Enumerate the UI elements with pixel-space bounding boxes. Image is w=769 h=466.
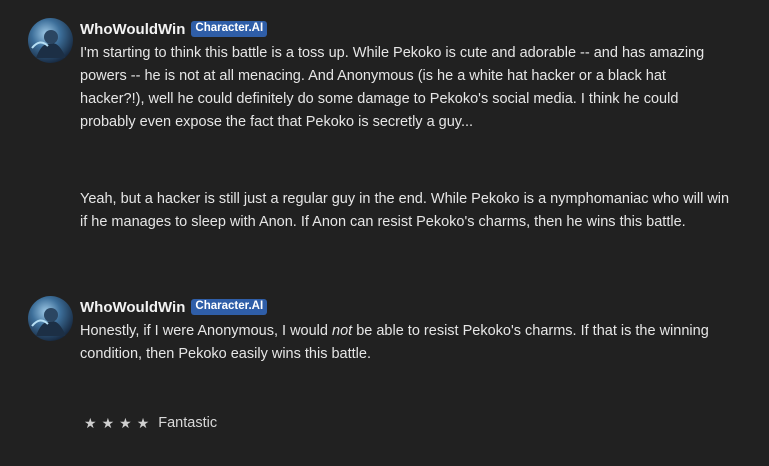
message-body: Yeah, but a hacker is still just a regul… [80,191,730,230]
author-name[interactable]: WhoWouldWin [80,299,185,316]
star-icon[interactable]: ★ [119,413,132,433]
message-text: I'm starting to think this battle is a t… [80,42,730,134]
message-text: Yeah, but a hacker is still just a regul… [80,188,730,234]
avatar[interactable] [28,18,73,63]
message-body: I'm starting to think this battle is a t… [80,45,705,130]
message-text-part: Honestly, if I were Anonymous, I would [80,323,332,339]
rating-label: Fantastic [158,415,218,431]
avatar[interactable] [28,296,73,341]
star-icon[interactable]: ★ [137,413,150,433]
message-body: Honestly, if I were Anonymous, I would n… [80,320,730,366]
star-icon[interactable]: ★ [102,413,115,433]
character-ai-badge: Character.AI [191,21,268,37]
character-ai-badge: Character.AI [191,299,268,315]
message-header: WhoWouldWin Character.AI [80,298,268,316]
message-rating: ★ ★ ★ ★ Fantastic [84,413,217,433]
message-text: Honestly, if I were Anonymous, I would n… [80,320,730,366]
message-header: WhoWouldWin Character.AI [80,20,268,38]
star-icon[interactable]: ★ [84,413,97,433]
message-emphasis: not [332,323,353,339]
author-name[interactable]: WhoWouldWin [80,21,185,38]
